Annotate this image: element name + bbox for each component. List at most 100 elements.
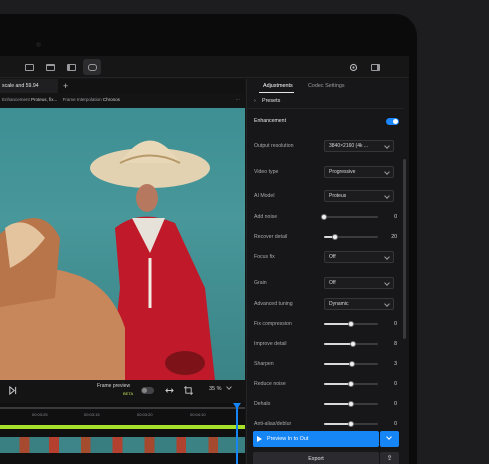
zoom-level[interactable]: 35 %: [209, 386, 222, 392]
interp-info-label: Frame Interpolation: [62, 97, 102, 102]
add-tab-icon[interactable]: +: [63, 79, 68, 93]
video-type-row: Video type Progressive: [254, 165, 400, 179]
tab-codec-settings[interactable]: Codec Settings: [308, 79, 345, 93]
reduce-noise-value: 0: [394, 381, 397, 387]
frame-preview-label: Frame preview: [97, 383, 131, 389]
preview-in-to-out-button[interactable]: Preview In to Out: [253, 431, 379, 447]
app-window: scale and 59.94 + Enhancement Proteus, f…: [0, 56, 409, 464]
frame-preview-toggle[interactable]: [141, 387, 154, 394]
recover-detail-row: Recover detail 20: [254, 230, 400, 244]
chevron-down-icon: [384, 301, 390, 307]
video-thumbnail-strip[interactable]: [0, 437, 245, 453]
step-forward-icon[interactable]: [8, 385, 17, 396]
preview-options-button[interactable]: [380, 431, 399, 447]
output-resolution-label: Output resolution: [254, 143, 294, 149]
settings-panel: Adjustments Codec Settings › Presets Enh…: [246, 79, 409, 464]
pipeline-infobar: Enhancement Proteus, fix... Frame Interp…: [0, 93, 245, 107]
ai-model-row: AI Model Proteus: [254, 189, 400, 203]
grain-value: Off: [329, 280, 336, 286]
timecode: 00:03:15: [84, 412, 100, 417]
presets-section[interactable]: › Presets: [247, 94, 404, 109]
slider-knob[interactable]: [349, 361, 356, 367]
sharpen-row: Sharpen 3: [254, 357, 400, 371]
timeline-ruler: [0, 407, 245, 409]
video-type-dropdown[interactable]: Progressive: [324, 166, 394, 178]
share-icon[interactable]: ⇪: [380, 452, 399, 464]
video-preview[interactable]: [0, 108, 245, 380]
anti-alias-row: Anti-alias/deblur 0: [254, 417, 400, 431]
view-side-icon[interactable]: [62, 59, 80, 75]
fix-compression-row: Fix compression 0: [254, 317, 400, 331]
grain-label: Grain: [254, 280, 267, 286]
anti-alias-slider[interactable]: [324, 421, 378, 427]
tab-adjustments[interactable]: Adjustments: [263, 79, 293, 93]
slider-knob[interactable]: [331, 234, 338, 240]
view-split-icon[interactable]: [41, 59, 59, 75]
settings-tabs: Adjustments Codec Settings: [247, 79, 409, 93]
chevron-down-icon: [384, 254, 390, 260]
play-icon: [257, 436, 262, 442]
sharpen-slider[interactable]: [324, 361, 378, 367]
add-noise-slider[interactable]: [321, 214, 378, 220]
export-button[interactable]: Export: [253, 452, 379, 464]
dehalo-value: 0: [394, 401, 397, 407]
device-bezel: scale and 59.94 + Enhancement Proteus, f…: [0, 14, 417, 464]
preview-frame-image: [0, 140, 215, 380]
preview-controls: Frame preview BETA 35 %: [0, 381, 245, 403]
enhancement-toggle[interactable]: [386, 118, 399, 125]
focus-fix-label: Focus fix: [254, 254, 275, 260]
chevron-down-icon: [384, 143, 390, 149]
beta-badge: BETA: [123, 391, 134, 396]
ai-model-dropdown[interactable]: Proteus: [324, 190, 394, 202]
advanced-tuning-label: Advanced tuning: [254, 301, 293, 307]
slider-knob[interactable]: [348, 421, 354, 427]
sharpen-value: 3: [394, 361, 397, 367]
output-resolution-dropdown[interactable]: 3840×2160 (4k ...: [324, 140, 394, 152]
grain-row: Grain Off: [254, 276, 400, 290]
slider-knob[interactable]: [321, 214, 327, 220]
ai-model-label: AI Model: [254, 193, 275, 199]
reduce-noise-slider[interactable]: [324, 381, 378, 387]
focus-fix-dropdown[interactable]: Off: [324, 251, 394, 263]
timeline[interactable]: 00:03:25 00:03:15 00:03:20 00:04:10: [0, 403, 245, 464]
more-options-icon[interactable]: ···: [236, 93, 241, 107]
timecode: 00:03:20: [137, 412, 153, 417]
recover-detail-slider[interactable]: [324, 234, 378, 240]
timecode: 00:04:10: [190, 412, 206, 417]
playhead[interactable]: [236, 403, 238, 464]
view-compare-icon[interactable]: [83, 59, 101, 75]
chevron-down-icon: [384, 193, 390, 199]
recover-detail-value: 20: [391, 234, 397, 240]
anti-alias-label: Anti-alias/deblur: [254, 421, 292, 427]
slider-knob[interactable]: [348, 381, 354, 387]
fix-compression-slider[interactable]: [324, 321, 378, 327]
output-resolution-value: 3840×2160 (4k ...: [329, 143, 369, 149]
grain-dropdown[interactable]: Off: [324, 277, 394, 289]
chevron-down-icon: [386, 434, 392, 440]
add-noise-label: Add noise: [254, 214, 278, 220]
recover-detail-label: Recover detail: [254, 234, 288, 240]
view-single-icon[interactable]: [20, 59, 38, 75]
compare-icon[interactable]: [165, 386, 174, 395]
advanced-tuning-value: Dynamic: [329, 301, 349, 307]
preview-button-label: Preview In to Out: [267, 436, 309, 442]
dehalo-slider[interactable]: [324, 401, 378, 407]
panel-scrollbar[interactable]: [403, 159, 406, 339]
improve-detail-label: Improve detail: [254, 341, 287, 347]
crop-icon[interactable]: [184, 386, 193, 395]
slider-knob[interactable]: [348, 321, 354, 327]
panel-toggle-icon[interactable]: [366, 59, 384, 75]
camera-dot: [36, 42, 41, 47]
advanced-tuning-dropdown[interactable]: Dynamic: [324, 298, 394, 310]
ai-model-value: Proteus: [329, 193, 347, 199]
advanced-tuning-row: Advanced tuning Dynamic: [254, 297, 400, 311]
reduce-noise-row: Reduce noise 0: [254, 377, 400, 391]
video-type-label: Video type: [254, 169, 279, 175]
timecode-row: 00:03:25 00:03:15 00:03:20 00:04:10: [0, 412, 245, 420]
zoom-chevron-down-icon[interactable]: [226, 384, 232, 390]
slider-knob[interactable]: [350, 341, 357, 347]
slider-knob[interactable]: [348, 401, 354, 407]
improve-detail-slider[interactable]: [324, 341, 378, 347]
file-tab[interactable]: scale and 59.94: [0, 79, 58, 93]
settings-gear-icon[interactable]: [344, 59, 362, 75]
